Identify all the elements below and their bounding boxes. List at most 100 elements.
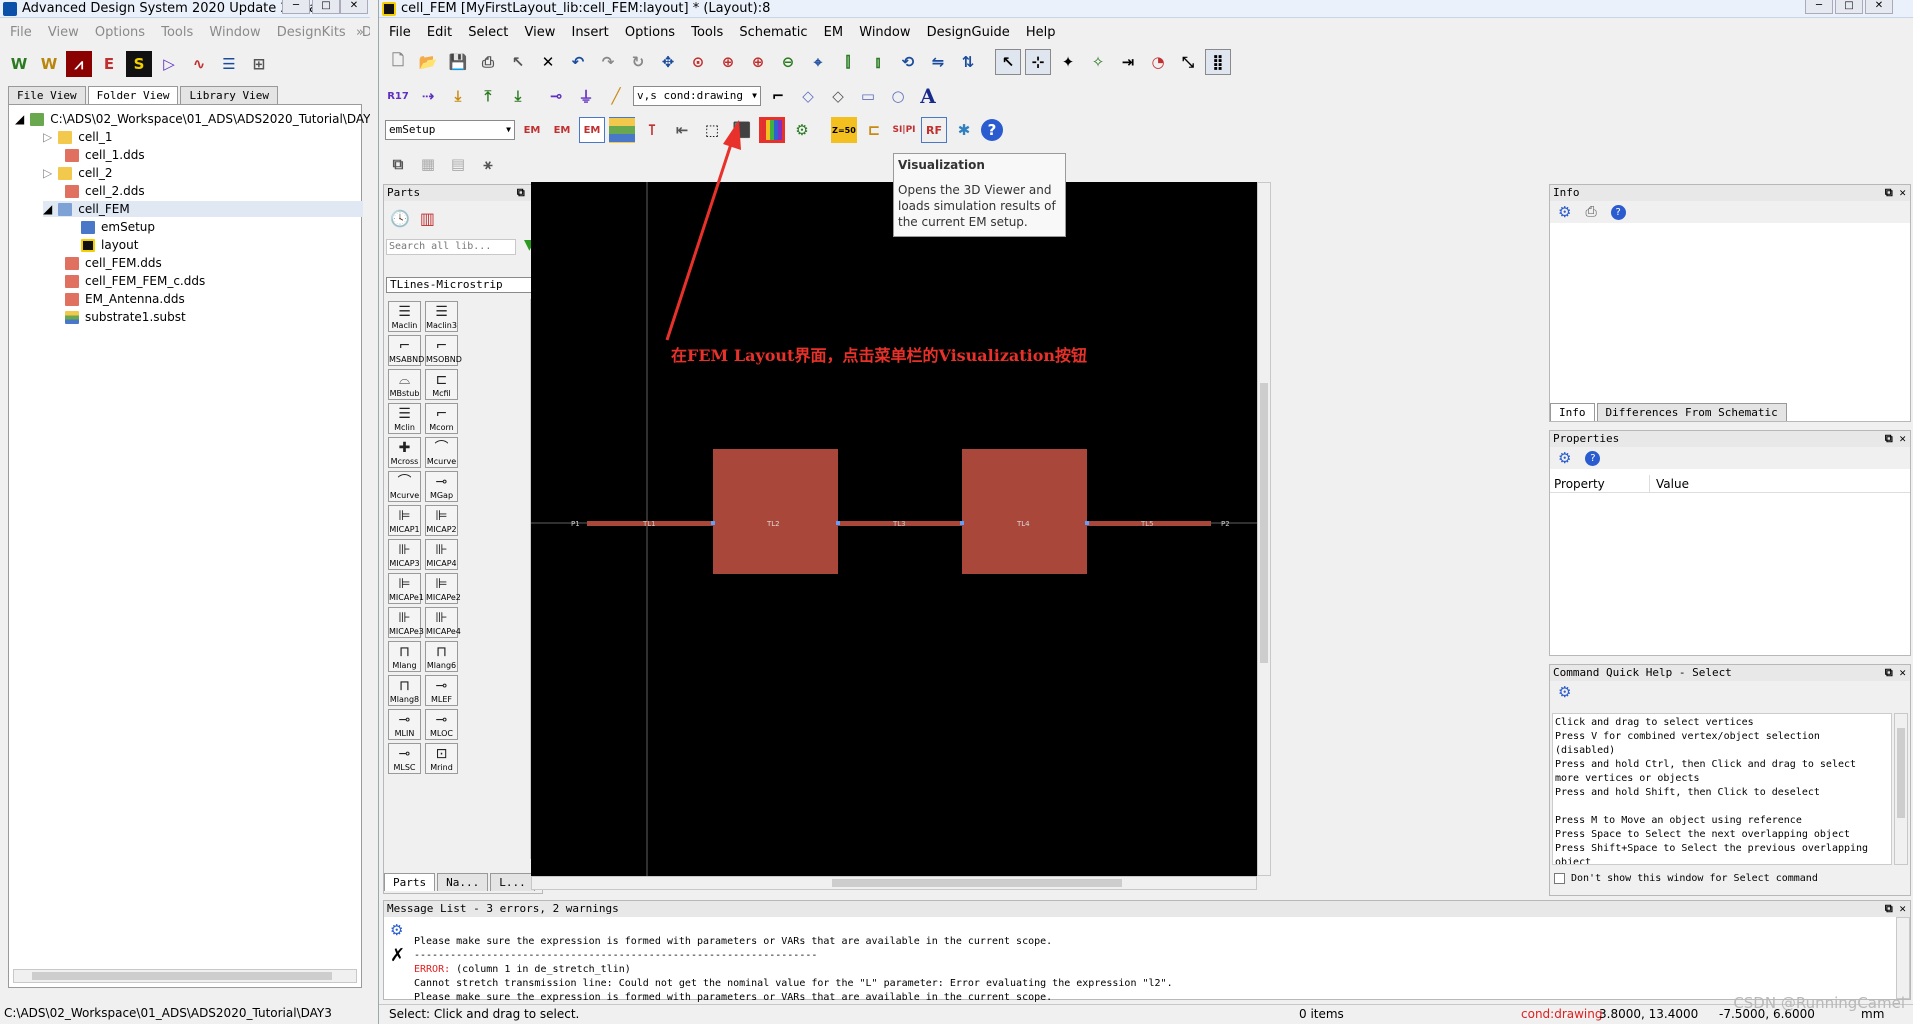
redo-all-icon[interactable]: ↻ xyxy=(625,49,651,75)
polygon-icon[interactable]: ◇ xyxy=(795,83,821,109)
help-icon[interactable]: ? xyxy=(981,119,1003,141)
part-micap2[interactable]: ⊫ MICAP2 xyxy=(425,505,458,536)
part-msabnd[interactable]: ⌐ MSABND xyxy=(388,335,424,366)
help-icon[interactable]: ? xyxy=(1585,450,1601,466)
data-display-icon[interactable]: ∿ xyxy=(186,51,212,77)
ground-icon[interactable]: ⏚ xyxy=(573,83,599,109)
tree-item-cell-fem[interactable]: ◢ cell_FEM xyxy=(43,201,363,217)
tab-name[interactable]: Na... xyxy=(437,873,489,891)
part-mlsc[interactable]: ⊸ MLSC xyxy=(388,743,421,774)
flight-lines-icon[interactable]: ⚹ xyxy=(475,151,501,177)
tree-root[interactable]: ◢ C:\ADS\02_Workspace\01_ADS\ADS2020_Tuto… xyxy=(15,111,370,127)
panel-close-icon[interactable]: ⧉ ✕ xyxy=(1885,901,1906,917)
si-pi-icon[interactable]: SI|PI xyxy=(891,117,917,143)
part-micap1[interactable]: ⊫ MICAP1 xyxy=(388,505,421,536)
new-symbol-icon[interactable]: ▷ xyxy=(156,51,182,77)
redo-icon[interactable]: ↷ xyxy=(595,49,621,75)
rectangle-icon[interactable]: ▭ xyxy=(855,83,881,109)
scroll-thumb[interactable] xyxy=(1260,383,1268,663)
menu-window[interactable]: Window xyxy=(203,22,266,44)
align-right-icon[interactable]: ⫾ xyxy=(865,49,891,75)
zoom-in-icon[interactable]: ⊕ xyxy=(715,49,741,75)
menu-designkits[interactable]: DesignKits xyxy=(271,22,352,44)
tree-item-emsetup[interactable]: emSetup xyxy=(81,219,155,235)
canvas-vertical-scrollbar[interactable] xyxy=(1257,182,1271,876)
part-mcorn[interactable]: ⌐ Mcorn xyxy=(425,403,458,434)
part-maclin[interactable]: ☰ Maclin xyxy=(388,301,421,332)
panel-close-icon[interactable]: ⧉ ✕ xyxy=(1885,665,1906,681)
part-mlang6[interactable]: ⊓ Mlang6 xyxy=(425,641,458,672)
part-mcurve[interactable]: ⌒ Mcurve xyxy=(425,437,458,468)
menu-overflow[interactable]: » xyxy=(350,22,370,44)
pad-tl2[interactable] xyxy=(713,449,838,574)
layout-canvas[interactable]: P1 TL1 TL2 TL3 TL4 TL5 P2 在FEM Layout界面，… xyxy=(531,182,1257,876)
r17-icon[interactable]: R17 xyxy=(385,83,411,109)
settings-icon[interactable]: ⚙ xyxy=(1558,449,1571,467)
expand-icon[interactable]: ◢ xyxy=(15,112,24,126)
menu-view[interactable]: View xyxy=(42,22,85,44)
mirror-icon[interactable]: ⇋ xyxy=(925,49,951,75)
pin-icon[interactable]: ⊸ xyxy=(543,83,569,109)
polyline-icon[interactable]: ◇ xyxy=(825,83,851,109)
close-button[interactable]: ✕ xyxy=(1865,0,1893,14)
menu-insert[interactable]: Insert xyxy=(565,22,614,44)
settings-icon[interactable]: ⚙ xyxy=(1558,203,1571,221)
part-mclin[interactable]: ☰ Mclin xyxy=(388,403,421,434)
tree-item-em-antenna-dds[interactable]: EM_Antenna.dds xyxy=(65,291,185,307)
layer-select[interactable]: v,s cond:drawing xyxy=(633,86,761,106)
snap-center-icon[interactable]: ◔ xyxy=(1145,49,1171,75)
impedance-icon[interactable]: ⊏ xyxy=(861,117,887,143)
grid-icon[interactable]: ⣿ xyxy=(1205,49,1231,75)
new-layout-icon[interactable]: S xyxy=(126,51,152,77)
history-icon[interactable]: 🕓 xyxy=(390,209,410,228)
rf-icon[interactable]: RF xyxy=(921,117,947,143)
close-button[interactable]: ✕ xyxy=(340,0,368,14)
pointer-icon[interactable]: ↖ xyxy=(505,49,531,75)
menu-file[interactable]: File xyxy=(4,22,38,44)
menu-em[interactable]: EM xyxy=(818,22,849,44)
menu-edit[interactable]: Edit xyxy=(421,22,458,44)
part-mlef[interactable]: ⊸ MLEF xyxy=(425,675,458,706)
menu-select[interactable]: Select xyxy=(462,22,514,44)
em-simulate-icon[interactable]: EM xyxy=(519,117,545,143)
clear-messages-icon[interactable]: ✗ xyxy=(390,945,405,966)
zoom-out-icon[interactable]: ⊖ xyxy=(775,49,801,75)
column-value[interactable]: Value xyxy=(1650,475,1689,492)
menu-options[interactable]: Options xyxy=(619,22,681,44)
pan-icon[interactable]: ⌖ xyxy=(805,49,831,75)
part-mgap[interactable]: ⊸ MGap xyxy=(425,471,458,502)
tree-item-cell-1[interactable]: ▷ cell_1 xyxy=(43,129,113,145)
snap-mode-icon[interactable]: ⊹ xyxy=(1025,49,1051,75)
print-icon[interactable]: ⎙ xyxy=(475,49,501,75)
tab-folder-view[interactable]: Folder View xyxy=(87,86,179,104)
library-browser-icon[interactable]: ▥ xyxy=(420,209,435,228)
minimize-button[interactable]: ─ xyxy=(282,0,310,14)
tree-item-cell-fem-fem-c-dds[interactable]: cell_FEM_FEM_c.dds xyxy=(65,273,205,289)
align-left-icon[interactable]: ⫿ xyxy=(835,49,861,75)
tab-differences[interactable]: Differences From Schematic xyxy=(1596,403,1787,421)
em-setup-icon[interactable]: EM xyxy=(579,117,605,143)
part-mlin[interactable]: ⊸ MLIN xyxy=(388,709,421,740)
part-mcfil[interactable]: ⊏ Mcfil xyxy=(425,369,458,400)
tree-item-cell-2-dds[interactable]: cell_2.dds xyxy=(65,183,145,199)
part-micape1[interactable]: ⊫ MICAPe1 xyxy=(388,573,424,604)
panel-close-icon[interactable]: ⧉ ✕ xyxy=(1885,185,1906,201)
menu-help[interactable]: Help xyxy=(1020,22,1062,44)
part-micap4[interactable]: ⊪ MICAP4 xyxy=(425,539,458,570)
tools-icon[interactable]: ✱ xyxy=(951,117,977,143)
part-mcurve[interactable]: ⌒ Mcurve xyxy=(388,471,421,502)
canvas-horizontal-scrollbar[interactable] xyxy=(531,876,1257,890)
save-icon[interactable]: 💾 xyxy=(445,49,471,75)
zoom-area-icon[interactable]: ⊙ xyxy=(685,49,711,75)
tab-info[interactable]: Info xyxy=(1550,403,1595,421)
tree-item-layout[interactable]: layout xyxy=(81,237,138,253)
tab-parts[interactable]: Parts xyxy=(384,873,436,891)
settings-icon[interactable]: ⚙ xyxy=(390,921,403,939)
new-schematic-icon[interactable]: E xyxy=(96,51,122,77)
port-cascade-icon[interactable]: ⇢ xyxy=(415,83,441,109)
minimize-button[interactable]: ─ xyxy=(1805,0,1833,14)
new-icon[interactable]: 🗋 xyxy=(385,49,411,75)
panel-close-icon[interactable]: ⧉ ✕ xyxy=(1885,431,1906,447)
em-setup-select[interactable]: emSetup xyxy=(385,120,515,140)
scroll-thumb[interactable] xyxy=(32,972,332,980)
